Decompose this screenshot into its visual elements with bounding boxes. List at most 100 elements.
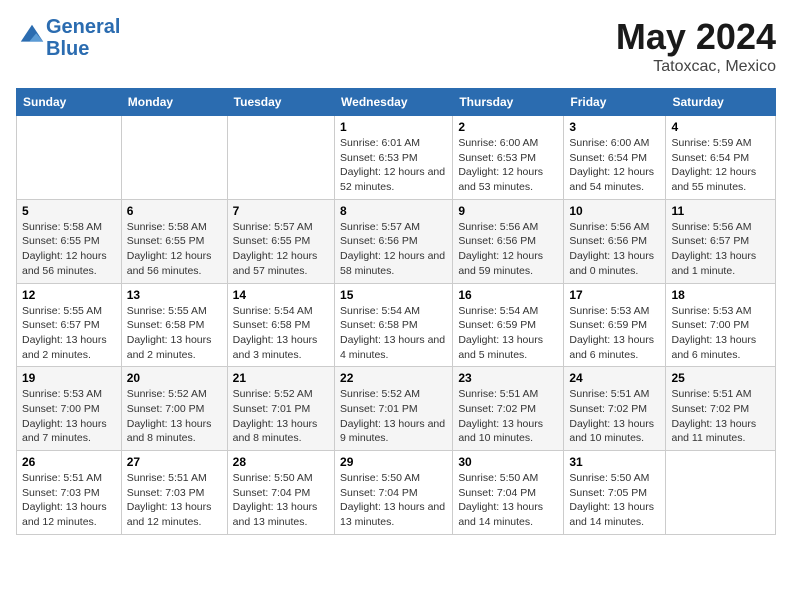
calendar-cell xyxy=(227,116,334,200)
calendar-week-5: 26 Sunrise: 5:51 AMSunset: 7:03 PMDaylig… xyxy=(17,451,776,535)
calendar-cell: 6 Sunrise: 5:58 AMSunset: 6:55 PMDayligh… xyxy=(121,199,227,283)
calendar-week-4: 19 Sunrise: 5:53 AMSunset: 7:00 PMDaylig… xyxy=(17,367,776,451)
calendar-cell: 30 Sunrise: 5:50 AMSunset: 7:04 PMDaylig… xyxy=(453,451,564,535)
day-detail: Sunrise: 5:50 AMSunset: 7:05 PMDaylight:… xyxy=(569,471,660,530)
day-detail: Sunrise: 5:53 AMSunset: 7:00 PMDaylight:… xyxy=(22,387,116,446)
calendar-cell: 25 Sunrise: 5:51 AMSunset: 7:02 PMDaylig… xyxy=(666,367,776,451)
day-number: 29 xyxy=(340,455,447,469)
calendar-cell: 16 Sunrise: 5:54 AMSunset: 6:59 PMDaylig… xyxy=(453,283,564,367)
day-detail: Sunrise: 5:50 AMSunset: 7:04 PMDaylight:… xyxy=(458,471,558,530)
calendar-week-3: 12 Sunrise: 5:55 AMSunset: 6:57 PMDaylig… xyxy=(17,283,776,367)
subtitle: Tatoxcac, Mexico xyxy=(616,58,776,76)
calendar-cell: 14 Sunrise: 5:54 AMSunset: 6:58 PMDaylig… xyxy=(227,283,334,367)
day-number: 21 xyxy=(233,371,329,385)
calendar-cell xyxy=(17,116,122,200)
day-number: 4 xyxy=(671,120,770,134)
day-number: 27 xyxy=(127,455,222,469)
calendar-cell: 20 Sunrise: 5:52 AMSunset: 7:00 PMDaylig… xyxy=(121,367,227,451)
page-header: General Blue May 2024 Tatoxcac, Mexico xyxy=(16,16,776,76)
calendar-cell: 12 Sunrise: 5:55 AMSunset: 6:57 PMDaylig… xyxy=(17,283,122,367)
day-number: 8 xyxy=(340,204,447,218)
day-number: 18 xyxy=(671,288,770,302)
day-detail: Sunrise: 5:53 AMSunset: 6:59 PMDaylight:… xyxy=(569,304,660,363)
calendar-cell: 26 Sunrise: 5:51 AMSunset: 7:03 PMDaylig… xyxy=(17,451,122,535)
day-detail: Sunrise: 5:51 AMSunset: 7:03 PMDaylight:… xyxy=(127,471,222,530)
day-number: 6 xyxy=(127,204,222,218)
header-day-tuesday: Tuesday xyxy=(227,89,334,116)
day-detail: Sunrise: 5:57 AMSunset: 6:55 PMDaylight:… xyxy=(233,220,329,279)
header-day-saturday: Saturday xyxy=(666,89,776,116)
day-number: 19 xyxy=(22,371,116,385)
day-number: 25 xyxy=(671,371,770,385)
header-day-friday: Friday xyxy=(564,89,666,116)
calendar-cell: 5 Sunrise: 5:58 AMSunset: 6:55 PMDayligh… xyxy=(17,199,122,283)
calendar-week-1: 1 Sunrise: 6:01 AMSunset: 6:53 PMDayligh… xyxy=(17,116,776,200)
day-detail: Sunrise: 5:56 AMSunset: 6:56 PMDaylight:… xyxy=(458,220,558,279)
calendar-cell: 4 Sunrise: 5:59 AMSunset: 6:54 PMDayligh… xyxy=(666,116,776,200)
calendar-cell: 11 Sunrise: 5:56 AMSunset: 6:57 PMDaylig… xyxy=(666,199,776,283)
logo-icon xyxy=(18,22,46,50)
day-number: 11 xyxy=(671,204,770,218)
calendar-cell: 9 Sunrise: 5:56 AMSunset: 6:56 PMDayligh… xyxy=(453,199,564,283)
day-number: 31 xyxy=(569,455,660,469)
day-number: 12 xyxy=(22,288,116,302)
calendar-cell: 2 Sunrise: 6:00 AMSunset: 6:53 PMDayligh… xyxy=(453,116,564,200)
calendar-week-2: 5 Sunrise: 5:58 AMSunset: 6:55 PMDayligh… xyxy=(17,199,776,283)
calendar-cell: 21 Sunrise: 5:52 AMSunset: 7:01 PMDaylig… xyxy=(227,367,334,451)
day-detail: Sunrise: 5:50 AMSunset: 7:04 PMDaylight:… xyxy=(233,471,329,530)
calendar-cell: 19 Sunrise: 5:53 AMSunset: 7:00 PMDaylig… xyxy=(17,367,122,451)
day-number: 9 xyxy=(458,204,558,218)
logo-line2: Blue xyxy=(46,38,89,60)
calendar-cell: 10 Sunrise: 5:56 AMSunset: 6:56 PMDaylig… xyxy=(564,199,666,283)
day-detail: Sunrise: 6:00 AMSunset: 6:53 PMDaylight:… xyxy=(458,136,558,195)
header-day-thursday: Thursday xyxy=(453,89,564,116)
day-detail: Sunrise: 6:01 AMSunset: 6:53 PMDaylight:… xyxy=(340,136,447,195)
calendar-cell: 22 Sunrise: 5:52 AMSunset: 7:01 PMDaylig… xyxy=(335,367,453,451)
day-number: 17 xyxy=(569,288,660,302)
day-detail: Sunrise: 5:54 AMSunset: 6:58 PMDaylight:… xyxy=(340,304,447,363)
calendar-cell: 1 Sunrise: 6:01 AMSunset: 6:53 PMDayligh… xyxy=(335,116,453,200)
calendar-cell: 27 Sunrise: 5:51 AMSunset: 7:03 PMDaylig… xyxy=(121,451,227,535)
day-number: 1 xyxy=(340,120,447,134)
day-number: 3 xyxy=(569,120,660,134)
day-number: 13 xyxy=(127,288,222,302)
day-number: 14 xyxy=(233,288,329,302)
day-number: 30 xyxy=(458,455,558,469)
day-detail: Sunrise: 6:00 AMSunset: 6:54 PMDaylight:… xyxy=(569,136,660,195)
calendar-cell: 7 Sunrise: 5:57 AMSunset: 6:55 PMDayligh… xyxy=(227,199,334,283)
calendar-cell xyxy=(121,116,227,200)
day-number: 28 xyxy=(233,455,329,469)
day-number: 15 xyxy=(340,288,447,302)
logo-text: General Blue xyxy=(46,16,120,60)
day-detail: Sunrise: 5:51 AMSunset: 7:02 PMDaylight:… xyxy=(458,387,558,446)
calendar-header-row: SundayMondayTuesdayWednesdayThursdayFrid… xyxy=(17,89,776,116)
calendar-cell: 31 Sunrise: 5:50 AMSunset: 7:05 PMDaylig… xyxy=(564,451,666,535)
header-day-monday: Monday xyxy=(121,89,227,116)
calendar-cell xyxy=(666,451,776,535)
header-day-wednesday: Wednesday xyxy=(335,89,453,116)
day-detail: Sunrise: 5:58 AMSunset: 6:55 PMDaylight:… xyxy=(22,220,116,279)
calendar-cell: 24 Sunrise: 5:51 AMSunset: 7:02 PMDaylig… xyxy=(564,367,666,451)
calendar-cell: 15 Sunrise: 5:54 AMSunset: 6:58 PMDaylig… xyxy=(335,283,453,367)
title-block: May 2024 Tatoxcac, Mexico xyxy=(616,16,776,76)
day-detail: Sunrise: 5:59 AMSunset: 6:54 PMDaylight:… xyxy=(671,136,770,195)
logo: General Blue xyxy=(16,16,120,60)
calendar-cell: 3 Sunrise: 6:00 AMSunset: 6:54 PMDayligh… xyxy=(564,116,666,200)
day-number: 26 xyxy=(22,455,116,469)
calendar-cell: 13 Sunrise: 5:55 AMSunset: 6:58 PMDaylig… xyxy=(121,283,227,367)
calendar-table: SundayMondayTuesdayWednesdayThursdayFrid… xyxy=(16,88,776,535)
day-detail: Sunrise: 5:52 AMSunset: 7:01 PMDaylight:… xyxy=(233,387,329,446)
day-number: 16 xyxy=(458,288,558,302)
day-detail: Sunrise: 5:52 AMSunset: 7:00 PMDaylight:… xyxy=(127,387,222,446)
day-number: 2 xyxy=(458,120,558,134)
day-number: 24 xyxy=(569,371,660,385)
day-number: 20 xyxy=(127,371,222,385)
day-detail: Sunrise: 5:51 AMSunset: 7:02 PMDaylight:… xyxy=(569,387,660,446)
day-detail: Sunrise: 5:52 AMSunset: 7:01 PMDaylight:… xyxy=(340,387,447,446)
day-number: 5 xyxy=(22,204,116,218)
day-number: 23 xyxy=(458,371,558,385)
main-title: May 2024 xyxy=(616,16,776,58)
calendar-cell: 17 Sunrise: 5:53 AMSunset: 6:59 PMDaylig… xyxy=(564,283,666,367)
day-number: 7 xyxy=(233,204,329,218)
day-detail: Sunrise: 5:56 AMSunset: 6:56 PMDaylight:… xyxy=(569,220,660,279)
